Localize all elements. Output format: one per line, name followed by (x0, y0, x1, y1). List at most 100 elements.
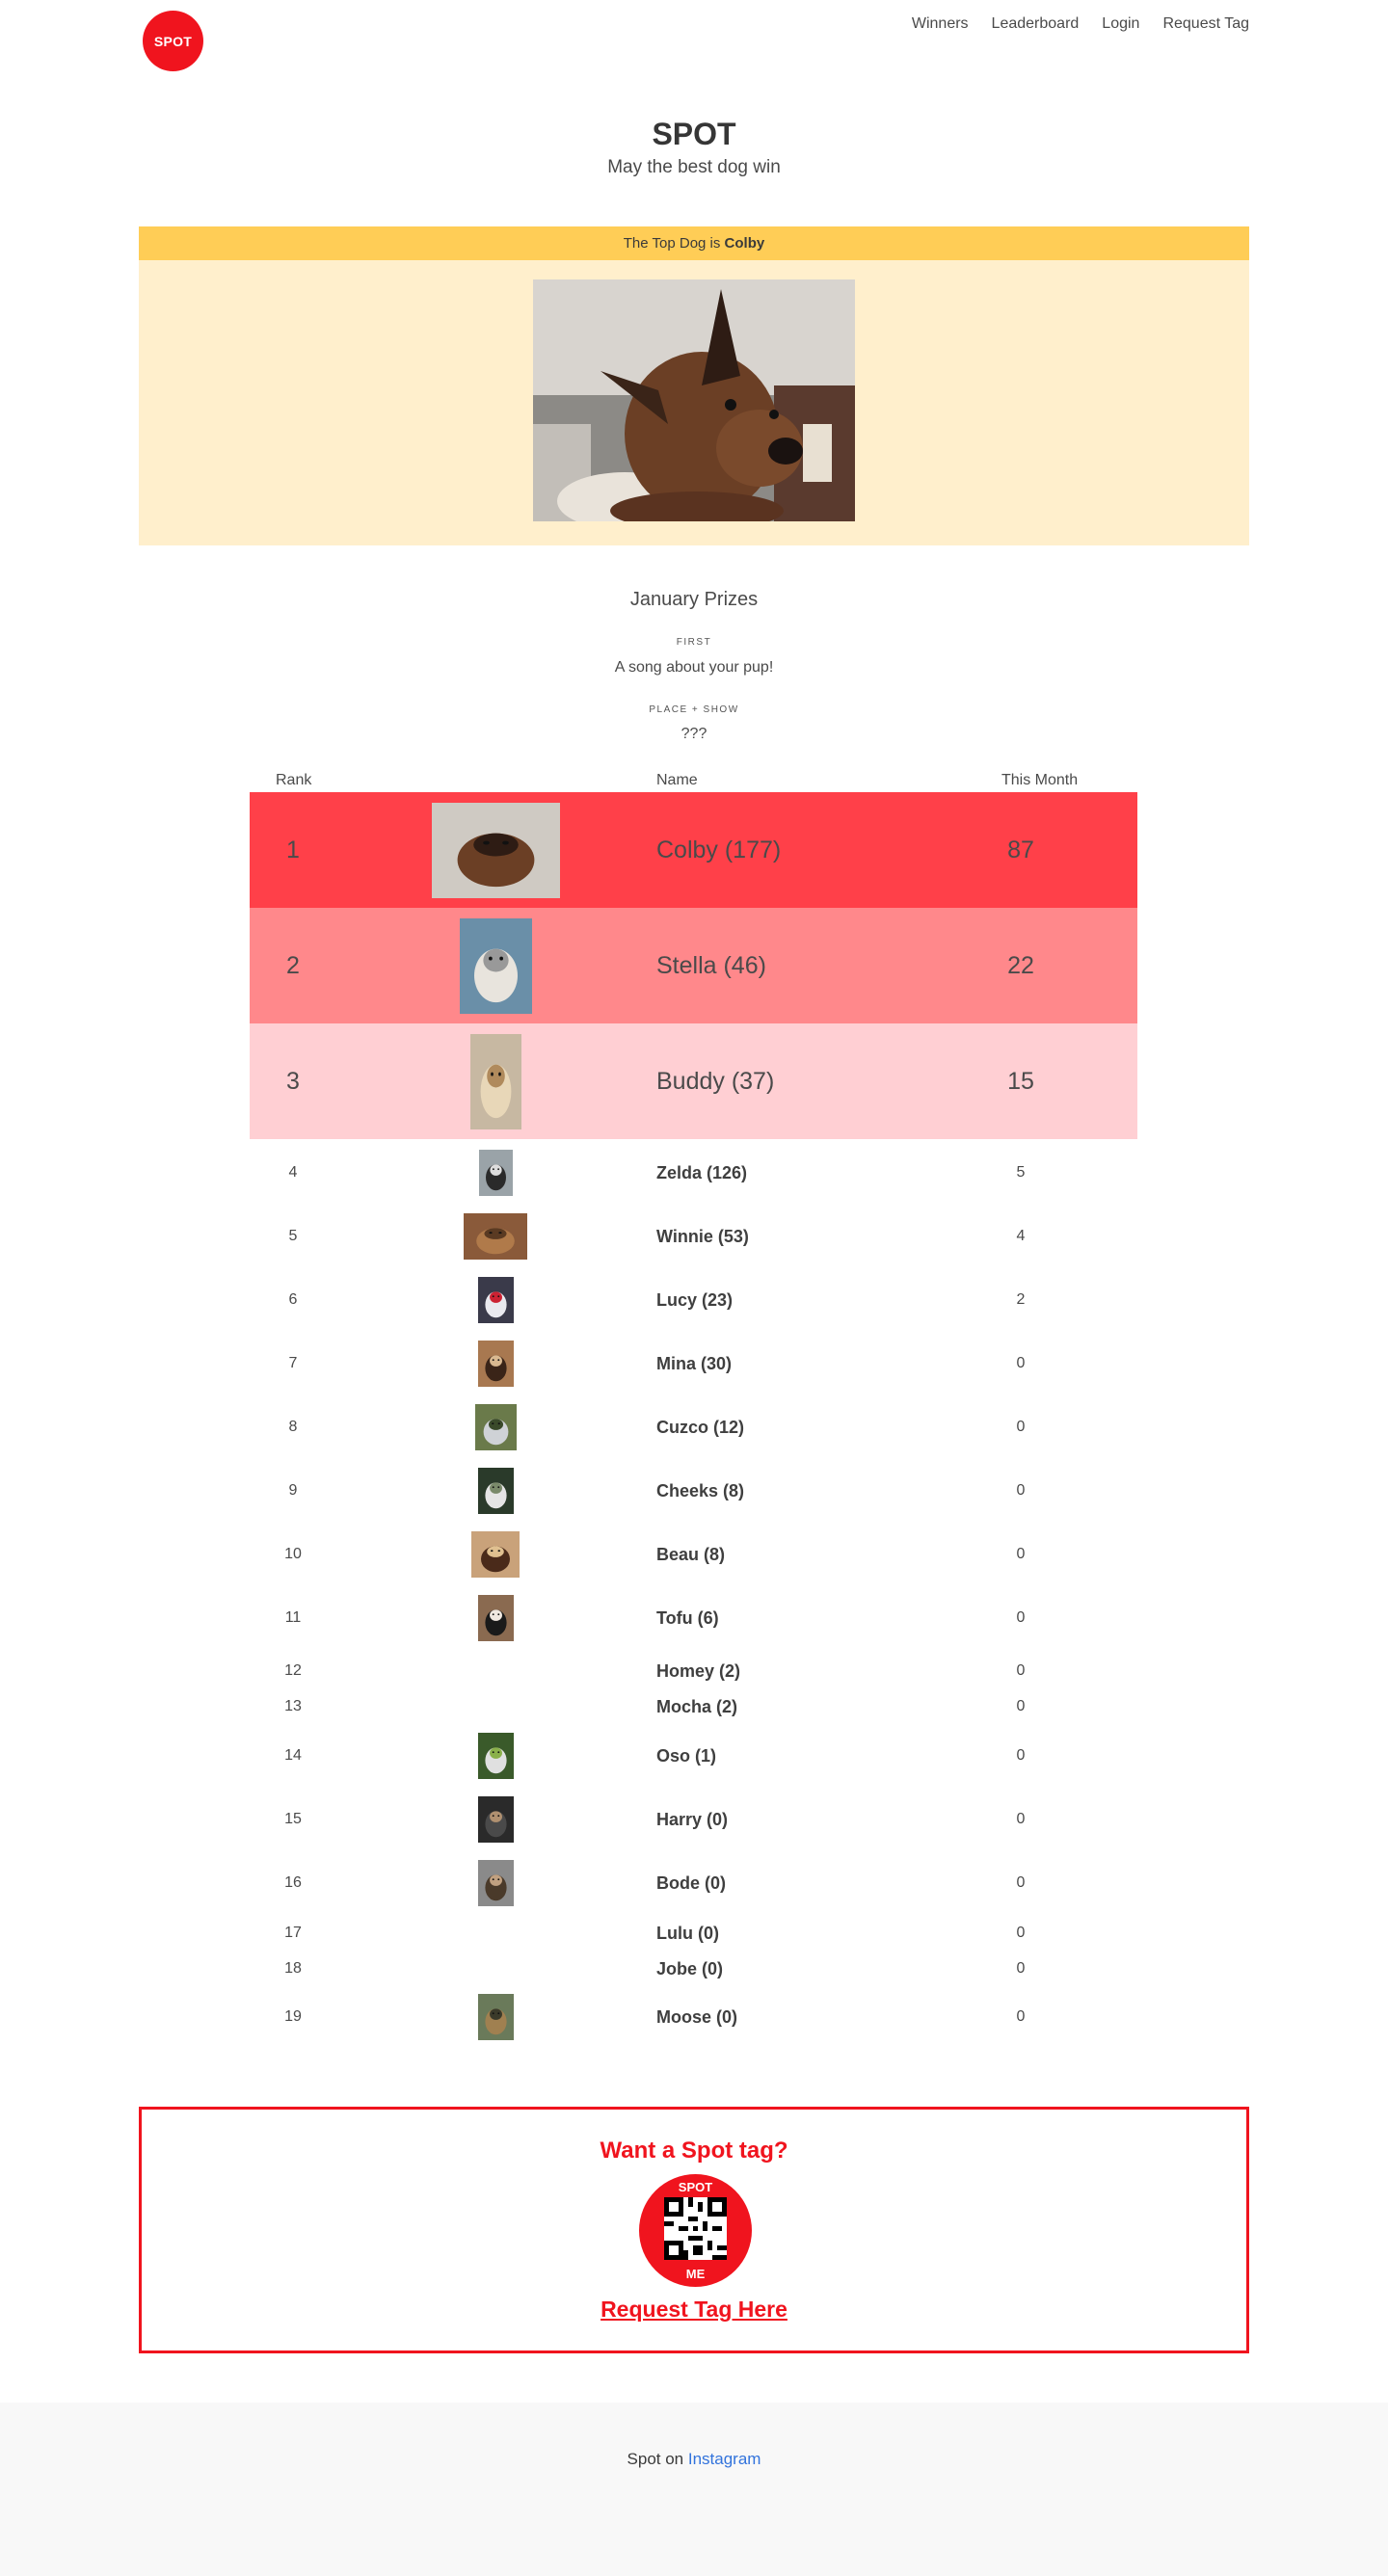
dog-name[interactable]: Homey (2) (656, 1655, 946, 1687)
row-rank: 3 (286, 1067, 300, 1095)
row-this-month: 87 (1007, 836, 1034, 863)
row-this-month: 0 (1016, 1874, 1026, 1891)
leaderboard-row[interactable]: 3 Buddy (37) 15 (250, 1023, 1137, 1139)
row-rank: 15 (284, 1811, 302, 1827)
dog-name[interactable]: Moose (0) (656, 1984, 946, 2050)
row-rank: 13 (284, 1698, 302, 1714)
nav-request-tag[interactable]: Request Tag (1162, 15, 1249, 33)
request-tag-card: Want a Spot tag? SPOT ME Request Tag Her… (139, 2107, 1249, 2353)
leaderboard-row[interactable]: 17 Lulu (0) 0 (250, 1917, 1137, 1950)
leaderboard-row[interactable]: 12 Homey (2) 0 (250, 1655, 1137, 1687)
dog-name[interactable]: Jobe (0) (656, 1952, 946, 1985)
dog-name[interactable]: Mocha (2) (656, 1690, 946, 1723)
row-rank: 1 (286, 836, 300, 863)
leaderboard-row[interactable]: 14 Oso (1) 0 (250, 1723, 1137, 1789)
dog-name[interactable]: Oso (1) (656, 1723, 946, 1789)
dog-name[interactable]: Winnie (53) (656, 1204, 946, 1269)
row-rank: 7 (288, 1355, 298, 1371)
dog-photo (399, 1267, 592, 1333)
row-this-month: 15 (1007, 1067, 1034, 1095)
leaderboard-row[interactable]: 5 Winnie (53) 4 (250, 1204, 1137, 1269)
row-this-month: 0 (1016, 1355, 1026, 1371)
row-this-month: 0 (1016, 1662, 1026, 1679)
leaderboard-row[interactable]: 4 Zelda (126) 5 (250, 1140, 1137, 1206)
leaderboard-row[interactable]: 9 Cheeks (8) 0 (250, 1458, 1137, 1524)
request-tag-link[interactable]: Request Tag Here (142, 2297, 1246, 2323)
leaderboard-row[interactable]: 7 Mina (30) 0 (250, 1331, 1137, 1396)
dog-name[interactable]: Mina (30) (656, 1331, 946, 1396)
dog-photo (399, 1140, 592, 1206)
footer-prefix: Spot on (627, 2450, 688, 2468)
dog-name[interactable]: Buddy (37) (656, 1023, 946, 1139)
dog-name[interactable]: Harry (0) (656, 1787, 946, 1852)
prize-first-label: FIRST (676, 637, 712, 648)
leaderboard-row[interactable]: 1 Colby (177) 87 (250, 792, 1137, 908)
dog-name[interactable]: Lucy (23) (656, 1267, 946, 1333)
row-this-month: 0 (1016, 1811, 1026, 1827)
instagram-link[interactable]: Instagram (688, 2450, 761, 2468)
dog-name[interactable]: Lulu (0) (656, 1917, 946, 1950)
footer-text: Spot on Instagram (0, 2450, 1388, 2469)
spot-logo[interactable]: SPOT (143, 11, 203, 71)
dog-photo (399, 1952, 592, 1985)
leaderboard-row[interactable]: 16 Bode (0) 0 (250, 1850, 1137, 1916)
row-rank: 18 (284, 1960, 302, 1977)
row-this-month: 0 (1016, 1925, 1026, 1941)
row-rank: 10 (284, 1546, 302, 1562)
badge-top-text: SPOT (678, 2180, 713, 2194)
row-this-month: 0 (1016, 1609, 1026, 1626)
row-rank: 12 (284, 1662, 302, 1679)
col-header-month: This Month (1001, 772, 1079, 788)
top-dog-prefix: The Top Dog is (623, 235, 725, 252)
leaderboard-row[interactable]: 18 Jobe (0) 0 (250, 1952, 1137, 1985)
row-this-month: 0 (1016, 1419, 1026, 1435)
row-rank: 11 (284, 1609, 302, 1626)
prize-place-label: PLACE + SHOW (649, 704, 739, 715)
row-this-month: 5 (1016, 1164, 1026, 1181)
row-rank: 8 (288, 1419, 298, 1435)
col-header-name: Name (656, 772, 698, 788)
dog-name[interactable]: Stella (46) (656, 908, 946, 1023)
dog-photo (399, 792, 592, 908)
row-this-month: 22 (1007, 951, 1034, 979)
dog-photo (399, 1204, 592, 1269)
dog-name[interactable]: Cuzco (12) (656, 1394, 946, 1460)
row-rank: 6 (288, 1291, 298, 1308)
prizes-title: January Prizes (629, 589, 759, 610)
dog-photo (399, 1585, 592, 1651)
leaderboard-row[interactable]: 11 Tofu (6) 0 (250, 1585, 1137, 1651)
dog-name[interactable]: Zelda (126) (656, 1140, 946, 1206)
row-this-month: 0 (1016, 1698, 1026, 1714)
row-rank: 19 (284, 2008, 302, 2025)
dog-photo (399, 1984, 592, 2050)
top-dog-banner: The Top Dog is Colby (139, 226, 1249, 260)
leaderboard-row[interactable]: 10 Beau (8) 0 (250, 1522, 1137, 1587)
badge-bottom-text: ME (685, 2267, 706, 2281)
nav-winners[interactable]: Winners (912, 15, 969, 33)
leaderboard-row[interactable]: 15 Harry (0) 0 (250, 1787, 1137, 1852)
prize-place-value: ??? (681, 726, 707, 742)
spot-tag-badge: SPOT ME (639, 2174, 752, 2287)
dog-name[interactable]: Tofu (6) (656, 1585, 946, 1651)
leaderboard-row[interactable]: 13 Mocha (2) 0 (250, 1690, 1137, 1723)
dog-name[interactable]: Bode (0) (656, 1850, 946, 1916)
dog-name[interactable]: Colby (177) (656, 792, 946, 908)
leaderboard-row[interactable]: 2 Stella (46) 22 (250, 908, 1137, 1023)
row-rank: 16 (284, 1874, 302, 1891)
col-header-rank: Rank (276, 772, 312, 788)
row-rank: 2 (286, 951, 300, 979)
nav-login[interactable]: Login (1102, 15, 1139, 33)
leaderboard-row[interactable]: 19 Moose (0) 0 (250, 1984, 1137, 2050)
top-dog-photo (533, 279, 855, 521)
nav-leaderboard[interactable]: Leaderboard (992, 15, 1080, 33)
leaderboard-row[interactable]: 6 Lucy (23) 2 (250, 1267, 1137, 1333)
leaderboard-row[interactable]: 8 Cuzco (12) 0 (250, 1394, 1137, 1460)
dog-photo (399, 1690, 592, 1723)
main-nav: Winners Leaderboard Login Request Tag (912, 15, 1249, 33)
row-rank: 4 (288, 1164, 298, 1181)
dog-name[interactable]: Cheeks (8) (656, 1458, 946, 1524)
row-rank: 5 (288, 1228, 298, 1244)
dog-photo (399, 1522, 592, 1587)
dog-name[interactable]: Beau (8) (656, 1522, 946, 1587)
top-dog-name: Colby (724, 235, 765, 252)
